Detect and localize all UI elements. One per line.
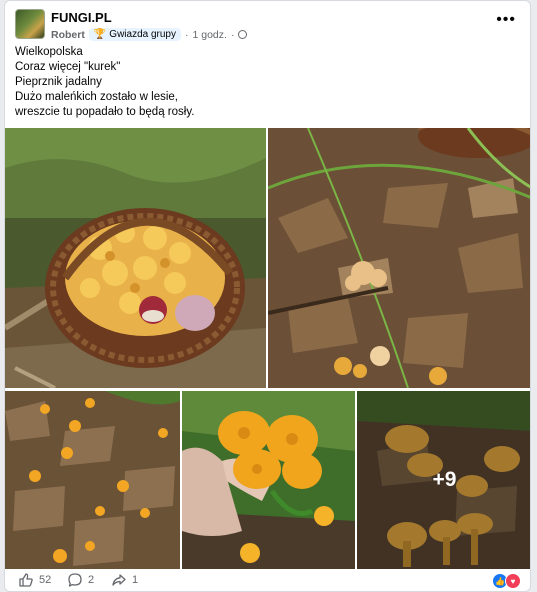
photo-scattered-chanterelles[interactable]: [5, 391, 180, 569]
like-count: 52: [39, 574, 52, 586]
globe-icon: [238, 30, 248, 39]
share-arrow-icon: [112, 574, 126, 586]
post-footer: 52 2 1 👍 ♥: [5, 569, 530, 591]
thumbs-up-icon: [19, 573, 33, 587]
post-card: FUNGI.PL Robert 🏆 Gwiazda grupy · 1 godz…: [4, 0, 531, 592]
post-header: FUNGI.PL Robert 🏆 Gwiazda grupy · 1 godz…: [15, 9, 520, 43]
photo-grid: +9: [5, 128, 530, 569]
post-text-line: Coraz więcej "kurek": [15, 61, 121, 73]
like-button[interactable]: 52: [18, 572, 51, 588]
trophy-icon: 🏆: [93, 29, 107, 40]
photo-more[interactable]: +9: [357, 391, 530, 569]
badge-label: Gwiazda grupy: [109, 29, 176, 40]
photo-forest-floor[interactable]: [268, 128, 530, 388]
post-text: Wielkopolska Coraz więcej "kurek" Pieprz…: [15, 45, 194, 120]
photo-hand-holding[interactable]: [182, 391, 355, 569]
reactions-summary[interactable]: 👍 ♥: [492, 573, 521, 589]
comment-count: 2: [88, 574, 95, 586]
post-meta: Robert 🏆 Gwiazda grupy · 1 godz. ·: [51, 28, 248, 41]
photo-basket[interactable]: [5, 128, 266, 388]
more-dots-icon[interactable]: •••: [496, 12, 516, 28]
post-time[interactable]: 1 godz.: [193, 29, 227, 41]
post-text-line: wreszcie tu popadało to będą rosły.: [15, 106, 195, 118]
share-button[interactable]: 1: [111, 572, 138, 588]
group-name[interactable]: FUNGI.PL: [51, 10, 112, 25]
love-reaction-icon: ♥: [505, 573, 521, 589]
meta-separator: ·: [230, 28, 235, 41]
share-count: 1: [132, 574, 139, 586]
post-text-line: Wielkopolska: [15, 46, 83, 58]
more-photos-count[interactable]: +9: [357, 391, 530, 569]
post-text-line: Dużo maleńkich zostało w lesie,: [15, 91, 178, 103]
meta-separator: ·: [185, 28, 189, 41]
author-name[interactable]: Robert: [51, 29, 85, 41]
comment-button[interactable]: 2: [67, 572, 94, 588]
comment-bubble-icon: [68, 573, 82, 587]
post-text-line: Pieprznik jadalny: [15, 76, 102, 88]
group-star-badge: 🏆 Gwiazda grupy: [88, 28, 181, 41]
group-avatar[interactable]: [15, 9, 45, 39]
